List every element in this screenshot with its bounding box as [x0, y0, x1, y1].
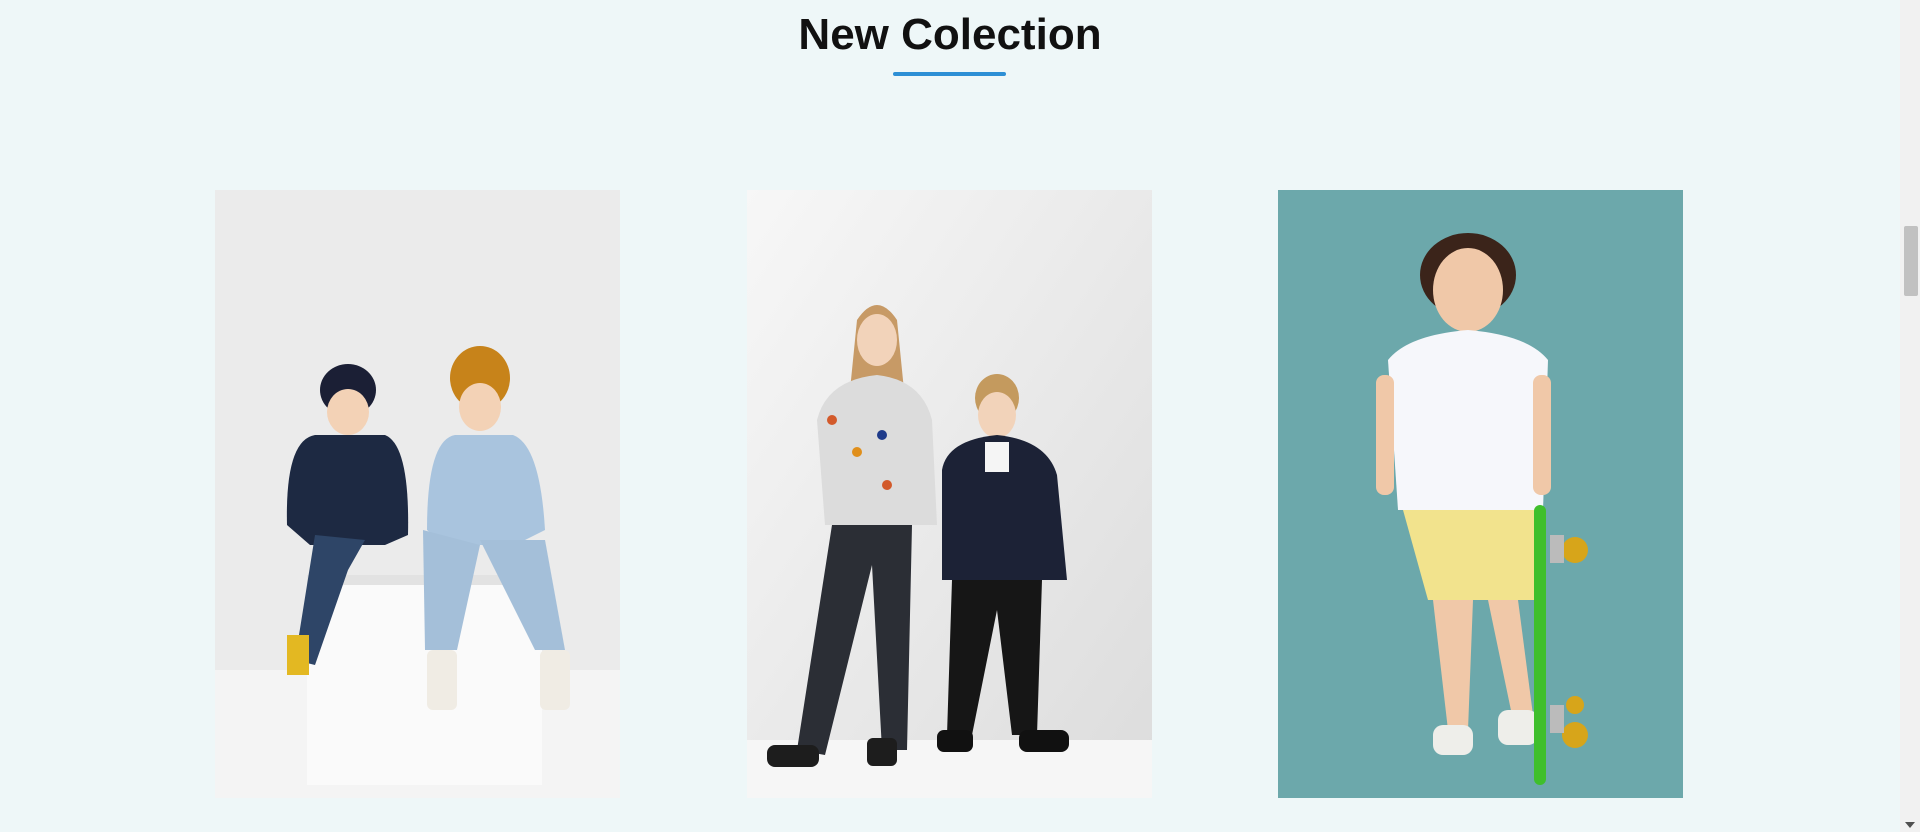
- section-title: New Colection: [798, 10, 1102, 59]
- product-card-2[interactable]: [747, 190, 1152, 798]
- product-image-2: [747, 190, 1152, 798]
- page: New Colection: [0, 0, 1900, 832]
- product-card-1[interactable]: [215, 190, 620, 798]
- product-image-3: [1278, 190, 1683, 798]
- product-card-3[interactable]: [1278, 190, 1683, 798]
- page-scrollbar[interactable]: [1900, 0, 1920, 832]
- title-underline: [893, 72, 1006, 76]
- scrollbar-thumb[interactable]: [1904, 226, 1918, 296]
- product-image-1: [215, 190, 620, 798]
- scroll-down-arrow-icon[interactable]: [1905, 822, 1915, 828]
